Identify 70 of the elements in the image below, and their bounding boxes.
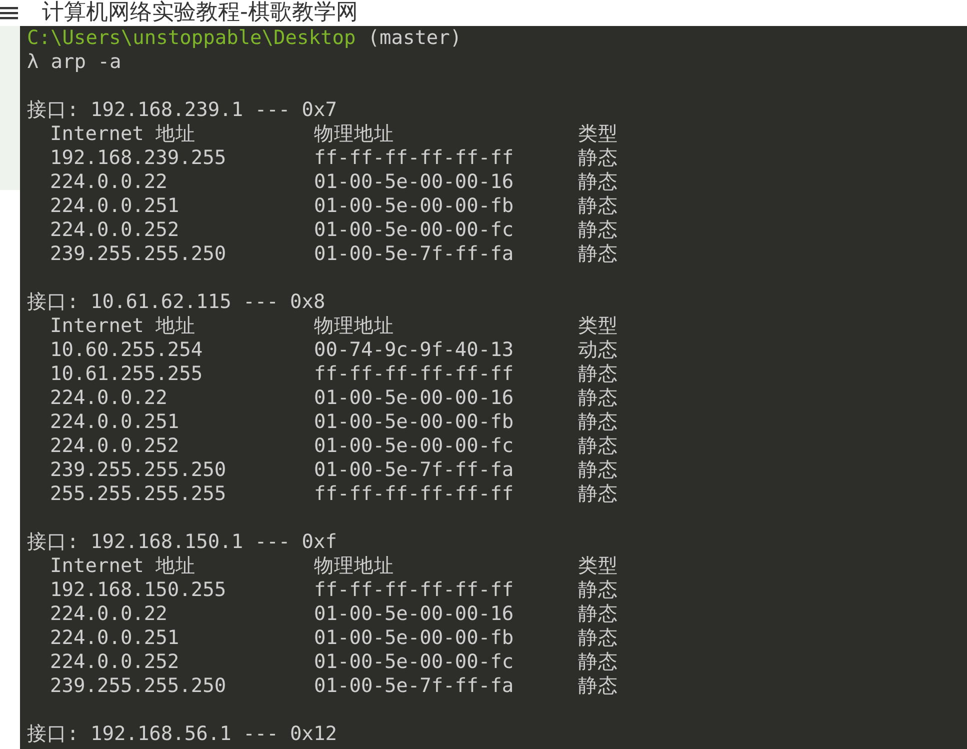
mac-address: ff-ff-ff-ff-ff-ff [314,578,515,602]
ip-address: 224.0.0.22 [50,386,168,410]
ip-address: 224.0.0.252 [50,218,180,242]
interface-header: 接口: 192.168.150.1 --- 0xf [27,530,338,554]
mac-address: 01-00-5e-00-00-fc [314,218,515,242]
ip-address: 224.0.0.251 [50,194,180,218]
prompt-symbol: λ [27,50,39,74]
ip-address: 224.0.0.22 [50,602,168,626]
ip-address: 10.61.255.255 [50,362,204,386]
mac-address: 01-00-5e-00-00-fc [314,650,515,674]
ip-address: 10.60.255.254 [50,338,204,362]
entry-type: 静态 [578,602,619,626]
mac-address: ff-ff-ff-ff-ff-ff [314,362,515,386]
ip-address: 224.0.0.251 [50,626,180,650]
mac-address: 00-74-9c-9f-40-13 [314,338,515,362]
interface-header: 接口: 192.168.239.1 --- 0x7 [27,98,338,122]
entry-type: 静态 [578,458,619,482]
mac-address: 01-00-5e-7f-ff-fa [314,674,515,698]
mac-address: 01-00-5e-00-00-16 [314,602,515,626]
menu-icon[interactable] [0,6,18,20]
command-text: arp -a [50,50,122,74]
column-header: Internet 地址 [50,314,197,338]
interface-header: 接口: 10.61.62.115 --- 0x8 [27,290,326,314]
ip-address: 255.255.255.255 [50,482,228,506]
column-header: 物理地址 [314,314,395,338]
mac-address: 01-00-5e-00-00-16 [314,170,515,194]
ip-address: 239.255.255.250 [50,674,228,698]
ip-address: 192.168.150.255 [50,578,228,602]
entry-type: 静态 [578,434,619,458]
mac-address: 01-00-5e-7f-ff-fa [314,242,515,266]
column-header: Internet 地址 [50,122,197,146]
mac-address: 01-00-5e-7f-ff-fa [314,458,515,482]
mac-address: 01-00-5e-00-00-fb [314,410,515,434]
site-title: 计算机网络实验教程-棋歌教学网 [42,0,358,26]
mac-address: ff-ff-ff-ff-ff-ff [314,482,515,506]
entry-type: 静态 [578,194,619,218]
mac-address: 01-00-5e-00-00-fb [314,626,515,650]
mac-address: ff-ff-ff-ff-ff-ff [314,146,515,170]
entry-type: 静态 [578,626,619,650]
entry-type: 静态 [578,170,619,194]
entry-type: 静态 [578,650,619,674]
entry-type: 静态 [578,362,619,386]
mac-address: 01-00-5e-00-00-16 [314,386,515,410]
column-header: 类型 [578,122,619,146]
entry-type: 静态 [578,482,619,506]
branch-label: (master) [368,26,462,50]
ip-address: 224.0.0.251 [50,410,180,434]
entry-type: 静态 [578,410,619,434]
entry-type: 动态 [578,338,619,362]
entry-type: 静态 [578,146,619,170]
ip-address: 224.0.0.22 [50,170,168,194]
entry-type: 静态 [578,242,619,266]
interface-header: 接口: 192.168.56.1 --- 0x12 [27,722,338,746]
ip-address: 239.255.255.250 [50,458,228,482]
entry-type: 静态 [578,386,619,410]
ip-address: 224.0.0.252 [50,650,180,674]
ip-address: 224.0.0.252 [50,434,180,458]
column-header: 物理地址 [314,122,395,146]
mac-address: 01-00-5e-00-00-fb [314,194,515,218]
prompt-path: C:\Users\unstoppable\Desktop [27,26,356,50]
column-header: 类型 [578,314,619,338]
column-header: 物理地址 [314,554,395,578]
column-header: Internet 地址 [50,554,197,578]
mac-address: 01-00-5e-00-00-fc [314,434,515,458]
entry-type: 静态 [578,674,619,698]
ip-address: 239.255.255.250 [50,242,228,266]
entry-type: 静态 [578,578,619,602]
column-header: 类型 [578,554,619,578]
entry-type: 静态 [578,218,619,242]
ip-address: 192.168.239.255 [50,146,228,170]
